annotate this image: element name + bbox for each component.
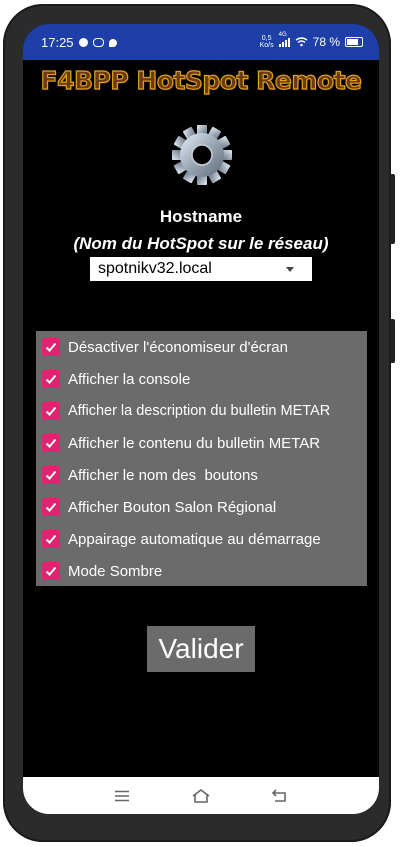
checkbox-checked-icon[interactable] bbox=[42, 466, 60, 484]
checkbox-checked-icon[interactable] bbox=[42, 402, 60, 420]
hostname-sublabel: (Nom du HotSpot sur le réseau) bbox=[73, 234, 329, 253]
hostname-value: spotnikv32.local bbox=[98, 260, 212, 277]
option-item[interactable]: Appairage automatique au démarrage bbox=[42, 528, 321, 550]
checkbox-checked-icon[interactable] bbox=[42, 530, 60, 548]
option-item[interactable]: Afficher la description du bulletin META… bbox=[42, 400, 330, 422]
app-title: F4BPP HotSpot Remote bbox=[40, 65, 363, 95]
checkbox-checked-icon[interactable] bbox=[42, 562, 60, 580]
options-panel: Désactiver l'économiseur d'écran Affiche… bbox=[36, 331, 367, 586]
volume-button bbox=[390, 174, 395, 244]
option-label: Afficher la console bbox=[68, 370, 191, 388]
checkbox-checked-icon[interactable] bbox=[42, 338, 60, 356]
option-label: Afficher Bouton Salon Régional bbox=[68, 498, 277, 516]
chat-icon bbox=[108, 38, 117, 47]
option-label: Afficher la description du bulletin META… bbox=[68, 403, 331, 419]
signal-icon: 4G bbox=[278, 32, 290, 47]
checkbox-checked-icon[interactable] bbox=[42, 370, 60, 388]
phone-frame: 17:25 0,5 Ko/s 4G 78 % F4BPP HotSpot Rem… bbox=[3, 4, 395, 842]
network-speed: 0,5 Ko/s bbox=[260, 35, 274, 49]
hostname-select[interactable]: spotnikv32.local bbox=[90, 257, 312, 281]
option-item[interactable]: Afficher la console bbox=[42, 368, 190, 390]
option-item[interactable]: Afficher le contenu du bulletin METAR bbox=[42, 432, 320, 454]
status-bar: 17:25 0,5 Ko/s 4G 78 % bbox=[23, 24, 379, 60]
option-item[interactable]: Mode Sombre bbox=[42, 560, 162, 582]
option-item[interactable]: Afficher le nom des boutons bbox=[42, 464, 258, 486]
notification-icon bbox=[78, 38, 88, 47]
submit-button[interactable]: Valider bbox=[147, 626, 255, 672]
status-right: 0,5 Ko/s 4G 78 % bbox=[260, 32, 363, 49]
screen: 17:25 0,5 Ko/s 4G 78 % F4BPP HotSpot Rem… bbox=[23, 24, 379, 814]
navigation-bar bbox=[23, 777, 379, 814]
option-item[interactable]: Désactiver l'économiseur d'écran bbox=[42, 336, 288, 358]
option-label: Mode Sombre bbox=[68, 562, 163, 580]
option-item[interactable]: Afficher Bouton Salon Régional bbox=[42, 496, 276, 518]
battery-percent: 78 % bbox=[312, 35, 340, 49]
battery-icon bbox=[345, 37, 363, 47]
option-label: Désactiver l'économiseur d'écran bbox=[68, 338, 288, 356]
home-icon[interactable] bbox=[189, 786, 213, 806]
chevron-down-icon bbox=[286, 267, 294, 272]
option-label: Afficher le contenu du bulletin METAR bbox=[68, 434, 321, 452]
checkbox-checked-icon[interactable] bbox=[42, 498, 60, 516]
menu-icon[interactable] bbox=[110, 786, 134, 806]
power-button bbox=[390, 319, 395, 363]
wifi-icon bbox=[295, 37, 308, 47]
link-icon bbox=[92, 38, 104, 47]
option-label: Afficher le nom des boutons bbox=[68, 466, 258, 484]
network-type: 4G bbox=[278, 32, 287, 38]
status-time: 17:25 bbox=[41, 35, 74, 50]
option-label: Appairage automatique au démarrage bbox=[68, 530, 321, 548]
speed-value: 0,5 bbox=[261, 35, 272, 42]
checkbox-checked-icon[interactable] bbox=[42, 434, 60, 452]
back-icon[interactable] bbox=[268, 786, 292, 806]
speed-unit: Ko/s bbox=[259, 42, 274, 49]
status-left: 17:25 bbox=[41, 35, 117, 50]
hostname-label: Hostname bbox=[159, 207, 243, 226]
gear-icon[interactable] bbox=[171, 124, 233, 186]
